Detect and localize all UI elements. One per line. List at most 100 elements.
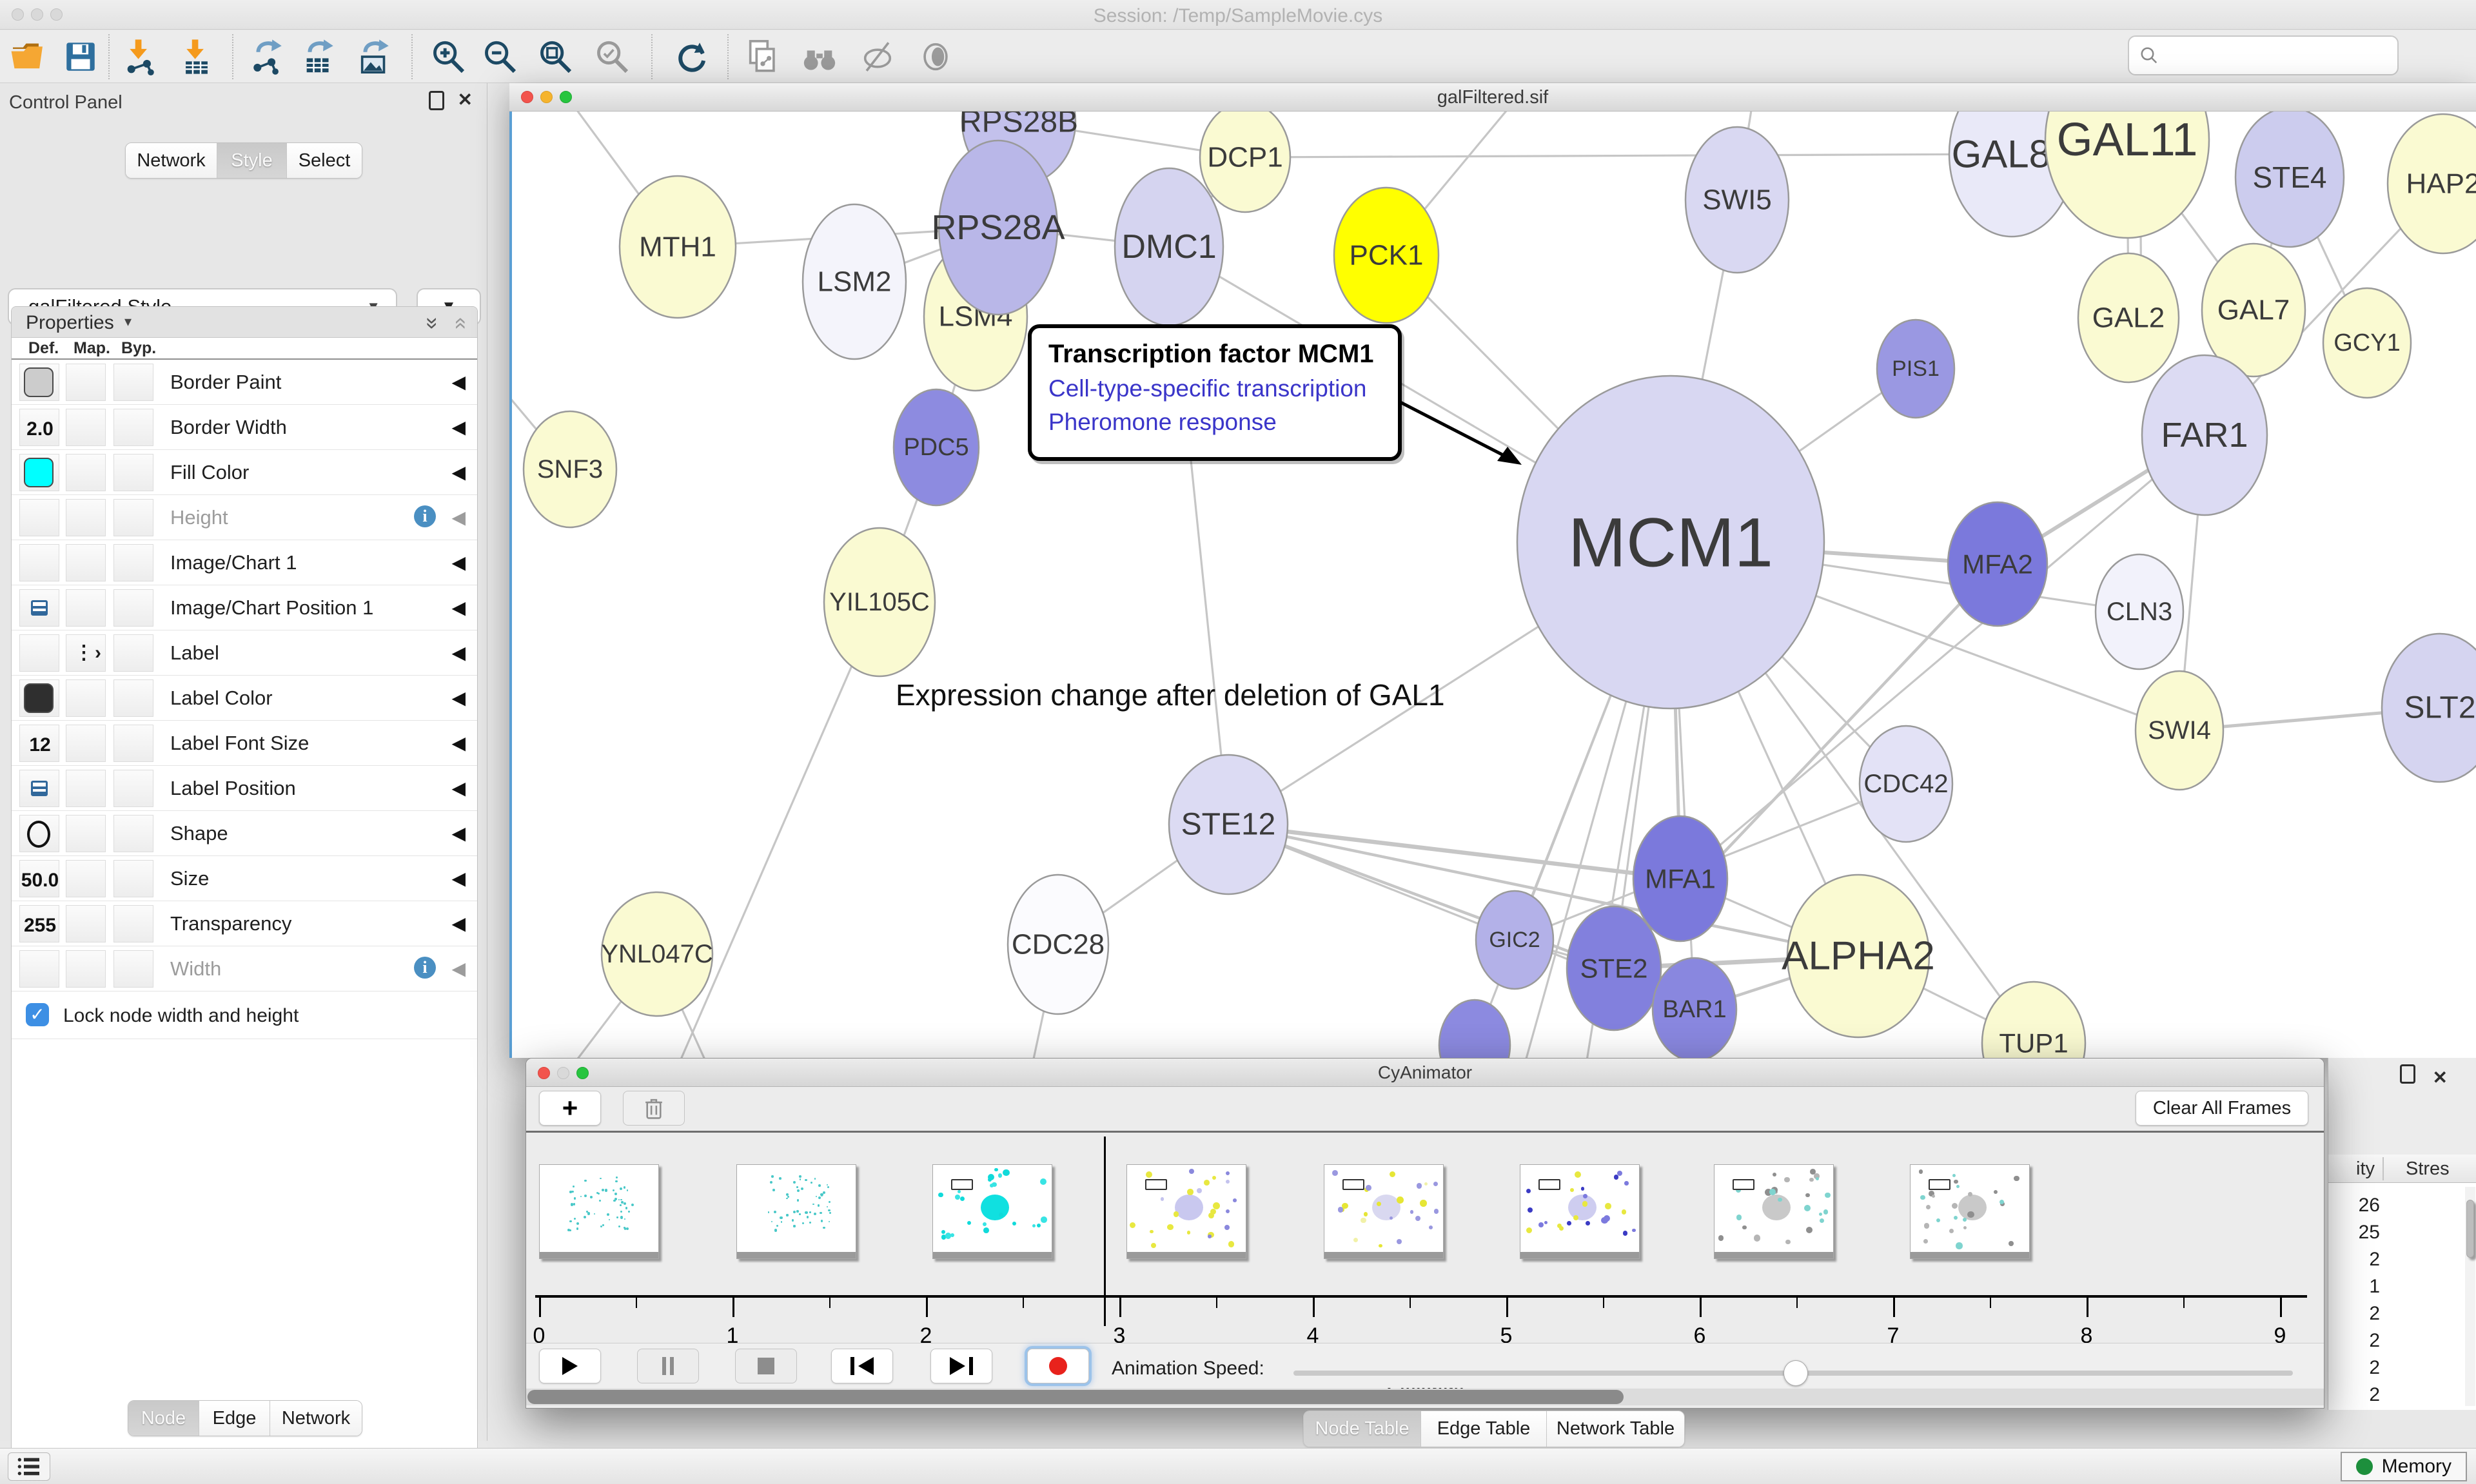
delete-frame-button[interactable] bbox=[623, 1091, 685, 1126]
float-panel-icon[interactable] bbox=[2400, 1064, 2415, 1084]
expand-row-icon[interactable]: ◀ bbox=[451, 416, 466, 438]
frame-thumbnail-4[interactable] bbox=[1324, 1164, 1444, 1259]
bypass-cell[interactable] bbox=[113, 634, 153, 672]
mapping-cell[interactable] bbox=[66, 905, 106, 942]
mapping-cell[interactable] bbox=[66, 679, 106, 717]
network-window-titlebar[interactable]: galFiltered.sif bbox=[509, 83, 2476, 112]
zoom-fit-button[interactable] bbox=[534, 35, 576, 78]
table-cell-value[interactable]: 2 bbox=[2328, 1330, 2380, 1352]
bypass-cell[interactable] bbox=[113, 499, 153, 536]
stop-button[interactable] bbox=[735, 1349, 797, 1383]
slider-thumb[interactable] bbox=[1783, 1360, 1808, 1386]
default-value-cell[interactable] bbox=[19, 950, 59, 988]
table-cell-value[interactable]: 2 bbox=[2328, 1303, 2380, 1325]
tab-edge[interactable]: Edge bbox=[199, 1401, 270, 1436]
property-row-image-chart-1[interactable]: Image/Chart 1◀ bbox=[12, 540, 477, 585]
default-value-cell[interactable] bbox=[19, 770, 59, 807]
zoom-out-button[interactable] bbox=[478, 35, 521, 78]
mapping-cell[interactable] bbox=[66, 950, 106, 988]
frame-thumbnail-0[interactable] bbox=[539, 1164, 659, 1259]
collapse-all-icon[interactable]: » bbox=[447, 317, 472, 329]
column-header[interactable]: Stres bbox=[2406, 1158, 2450, 1180]
mapping-cell[interactable] bbox=[66, 770, 106, 807]
animation-speed-slider[interactable] bbox=[1293, 1371, 2293, 1376]
table-cell-value[interactable]: 25 bbox=[2328, 1222, 2380, 1244]
search-network-button[interactable] bbox=[798, 35, 841, 78]
bypass-cell[interactable] bbox=[113, 815, 153, 852]
default-value-cell[interactable]: 12 bbox=[19, 725, 59, 762]
mapping-cell[interactable] bbox=[66, 499, 106, 536]
apply-layout-button[interactable] bbox=[671, 35, 713, 78]
property-row-border-width[interactable]: 2.0Border Width◀ bbox=[12, 405, 477, 450]
annotation-link-2[interactable]: Pheromone response bbox=[1048, 409, 1398, 436]
bypass-cell[interactable] bbox=[113, 950, 153, 988]
property-row-shape[interactable]: Shape◀ bbox=[12, 811, 477, 856]
bypass-cell[interactable] bbox=[113, 860, 153, 897]
mapping-cell[interactable] bbox=[66, 815, 106, 852]
expand-row-icon[interactable]: ◀ bbox=[451, 868, 466, 889]
mapping-cell[interactable] bbox=[66, 409, 106, 446]
import-network-button[interactable] bbox=[119, 35, 161, 78]
tab-network-table[interactable]: Network Table bbox=[1547, 1411, 1684, 1447]
clone-network-button[interactable] bbox=[742, 35, 784, 78]
expand-row-icon[interactable]: ◀ bbox=[451, 913, 466, 934]
mapping-cell[interactable] bbox=[66, 589, 106, 627]
annotation-link-1[interactable]: Cell-type-specific transcription bbox=[1048, 375, 1398, 402]
float-panel-icon[interactable] bbox=[429, 91, 444, 110]
bypass-cell[interactable] bbox=[113, 725, 153, 762]
expand-row-icon[interactable]: ◀ bbox=[451, 507, 466, 528]
lock-size-checkbox[interactable]: ✓ bbox=[26, 1003, 49, 1026]
mcm1-annotation-box[interactable]: Transcription factor MCM1 Cell-type-spec… bbox=[1028, 324, 1402, 461]
bypass-cell[interactable] bbox=[113, 589, 153, 627]
expand-all-icon[interactable]: » bbox=[420, 317, 445, 329]
clear-all-frames-button[interactable]: Clear All Frames bbox=[2136, 1091, 2308, 1126]
property-row-label-font-size[interactable]: 12Label Font Size◀ bbox=[12, 721, 477, 766]
search-input[interactable] bbox=[2166, 39, 2392, 72]
property-row-fill-color[interactable]: Fill Color◀ bbox=[12, 450, 477, 495]
timeline[interactable]: 0123456789 Seconds bbox=[526, 1133, 2324, 1343]
column-divider[interactable] bbox=[2383, 1157, 2384, 1180]
frame-thumbnail-1[interactable] bbox=[736, 1164, 856, 1259]
table-cell-value[interactable]: 2 bbox=[2328, 1384, 2380, 1406]
table-cell-value[interactable]: 26 bbox=[2328, 1195, 2380, 1216]
property-row-height[interactable]: Heighti◀ bbox=[12, 495, 477, 540]
table-cell-value[interactable]: 2 bbox=[2328, 1357, 2380, 1379]
property-row-label-position[interactable]: Label Position◀ bbox=[12, 766, 477, 811]
expand-row-icon[interactable]: ◀ bbox=[451, 823, 466, 844]
tab-network[interactable]: Network bbox=[270, 1401, 362, 1436]
skip-to-start-button[interactable] bbox=[831, 1349, 893, 1383]
close-panel-icon[interactable]: ✕ bbox=[458, 91, 473, 109]
expand-row-icon[interactable]: ◀ bbox=[451, 777, 466, 799]
column-header[interactable]: ity bbox=[2328, 1158, 2375, 1180]
frame-thumbnail-7[interactable] bbox=[1910, 1164, 2030, 1259]
default-value-cell[interactable] bbox=[19, 454, 59, 491]
bypass-cell[interactable] bbox=[113, 454, 153, 491]
pause-button[interactable] bbox=[637, 1349, 699, 1383]
table-scrollbar[interactable] bbox=[2465, 1187, 2475, 1406]
mapping-cell[interactable]: ⋮› bbox=[66, 634, 106, 672]
show-panel-list-button[interactable] bbox=[8, 1452, 50, 1481]
export-image-button[interactable] bbox=[353, 35, 396, 78]
bypass-cell[interactable] bbox=[113, 364, 153, 401]
property-row-label[interactable]: ⋮›Label◀ bbox=[12, 630, 477, 676]
memory-button[interactable]: Memory bbox=[2341, 1452, 2467, 1481]
property-row-label-color[interactable]: Label Color◀ bbox=[12, 676, 477, 721]
default-value-cell[interactable] bbox=[19, 634, 59, 672]
frame-thumbnail-5[interactable] bbox=[1520, 1164, 1640, 1259]
record-button[interactable] bbox=[1027, 1349, 1089, 1383]
expand-row-icon[interactable]: ◀ bbox=[451, 597, 466, 618]
default-value-cell[interactable]: 255 bbox=[19, 905, 59, 942]
play-button[interactable] bbox=[539, 1349, 601, 1383]
bypass-cell[interactable] bbox=[113, 679, 153, 717]
zoom-selected-button[interactable] bbox=[591, 35, 633, 78]
default-value-cell[interactable] bbox=[19, 589, 59, 627]
property-row-transparency[interactable]: 255Transparency◀ bbox=[12, 901, 477, 946]
open-session-button[interactable] bbox=[6, 35, 49, 78]
frame-thumbnail-3[interactable] bbox=[1126, 1164, 1246, 1259]
expand-row-icon[interactable]: ◀ bbox=[451, 552, 466, 573]
bypass-cell[interactable] bbox=[113, 409, 153, 446]
close-panel-icon[interactable]: ✕ bbox=[2433, 1068, 2448, 1088]
expand-row-icon[interactable]: ◀ bbox=[451, 687, 466, 708]
property-row-width[interactable]: Widthi◀ bbox=[12, 946, 477, 991]
playhead[interactable] bbox=[1104, 1137, 1106, 1326]
